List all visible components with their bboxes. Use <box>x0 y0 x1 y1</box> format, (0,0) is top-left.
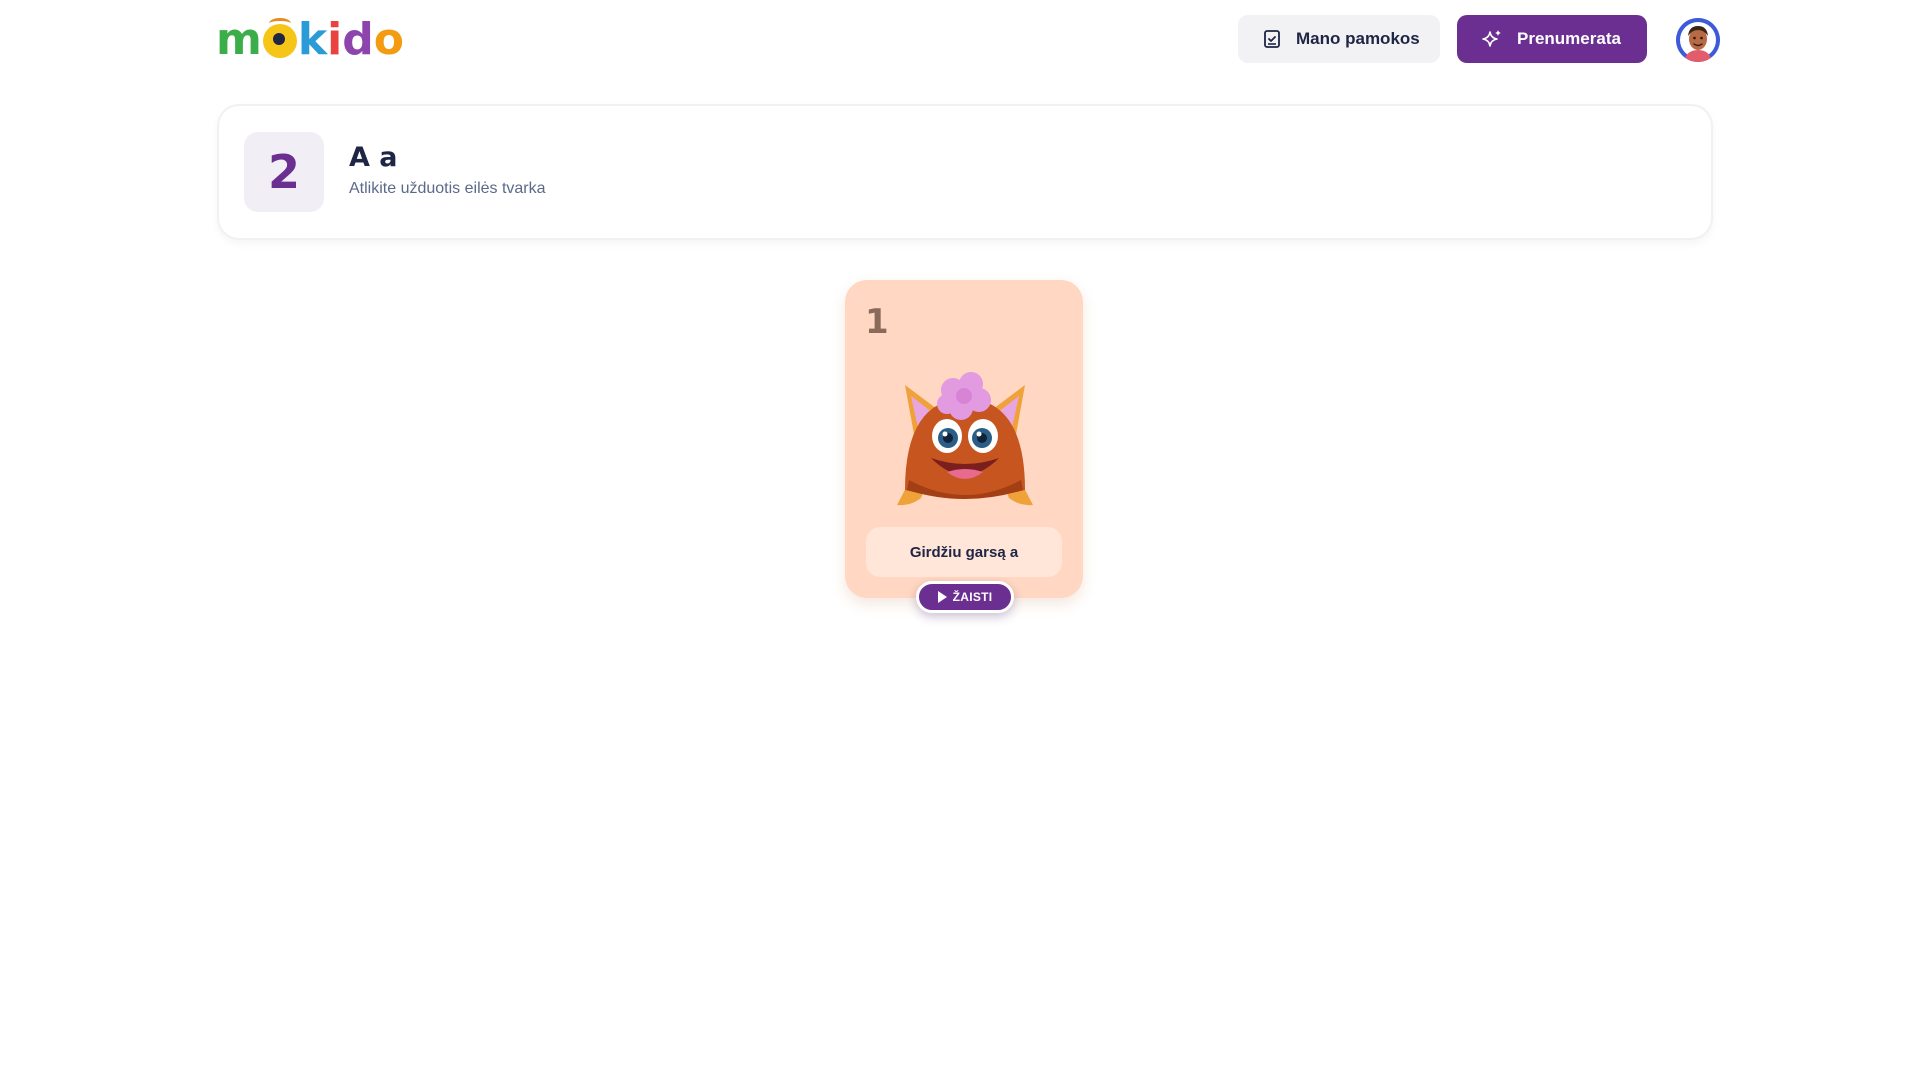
subscription-button[interactable]: Prenumerata <box>1457 15 1647 63</box>
exercise-card[interactable]: 1 Girdžiu garsą a <box>845 280 1083 598</box>
exercise-label: Girdžiu garsą a <box>909 543 1019 561</box>
lesson-title: A a <box>349 142 398 173</box>
subscription-label: Prenumerata <box>1517 29 1621 48</box>
lesson-subtitle: Atlikite užduotis eilės tvarka <box>349 180 546 197</box>
my-lessons-button[interactable]: Mano pamokos <box>1238 15 1440 63</box>
lesson-header-card: 2 A a Atlikite užduotis eilės tvarka <box>219 106 1711 238</box>
lesson-number: 2 <box>244 132 324 212</box>
monster-character-image <box>897 372 1033 506</box>
user-avatar[interactable] <box>1676 18 1720 62</box>
exercise-label-box: Girdžiu garsą a <box>866 527 1062 577</box>
play-label: ŽAISTI <box>952 590 993 604</box>
avatar-face-icon <box>1676 18 1720 62</box>
play-icon <box>937 591 947 603</box>
play-button[interactable]: ŽAISTI <box>916 581 1014 613</box>
my-lessons-label: Mano pamokos <box>1296 29 1420 48</box>
mokido-logo[interactable]: mkido <box>216 18 404 62</box>
logo-eye-icon <box>262 18 297 58</box>
checklist-book-icon <box>1264 30 1280 48</box>
sparkles-icon <box>1482 30 1501 47</box>
exercise-number: 1 <box>865 302 889 342</box>
